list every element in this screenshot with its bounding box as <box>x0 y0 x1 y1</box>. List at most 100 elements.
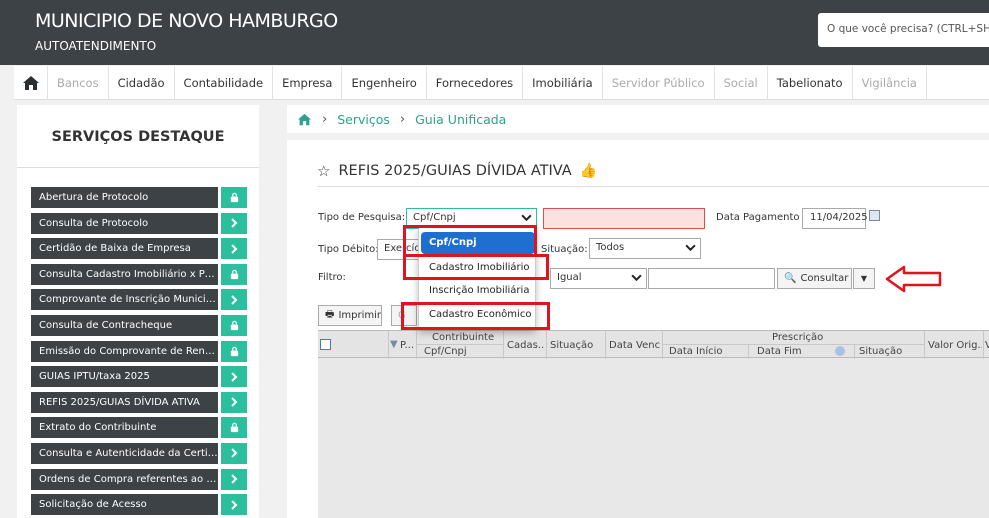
chevron-right-icon[interactable] <box>221 494 247 516</box>
col-prescricao-header: Prescrição <box>772 332 824 343</box>
featured-service-item[interactable]: Comprovante de Inscrição Municipal (Empr… <box>31 289 247 311</box>
featured-service-label[interactable]: Consulta Cadastro Imobiliário x Propriet… <box>31 263 218 285</box>
nav-item-tabelionato[interactable]: Tabelionato <box>768 66 853 100</box>
consultar-button[interactable]: 🔍 Consultar <box>777 268 852 289</box>
featured-service-item[interactable]: REFIS 2025/GUIAS DÍVIDA ATIVA <box>31 391 247 413</box>
lock-icon[interactable] <box>221 340 247 362</box>
col-data-fim-header[interactable]: Data Fim <box>757 346 802 357</box>
lock-icon[interactable] <box>221 187 247 208</box>
nav-home-button[interactable] <box>14 66 48 100</box>
data-pagamento-label: Data Pagamento * <box>716 212 808 223</box>
chevron-right-icon[interactable] <box>221 212 247 234</box>
featured-service-label[interactable]: Comprovante de Inscrição Municipal (Empr… <box>31 289 218 311</box>
column-divider <box>748 344 749 359</box>
featured-service-item[interactable]: Ordens de Compra referentes ao COVID-19 <box>31 468 247 490</box>
filtro-value-input[interactable] <box>648 268 775 289</box>
imprimir-button[interactable]: 🖶 Imprimir <box>318 305 382 326</box>
column-divider <box>854 344 855 359</box>
search-value-input[interactable] <box>543 208 705 229</box>
data-pagamento-input[interactable]: 11/04/2025 <box>802 208 868 229</box>
featured-service-item[interactable]: Emissão do Comprovante de Rendimentos <box>31 340 247 362</box>
home-icon[interactable] <box>297 113 312 126</box>
featured-service-item[interactable]: Consulta e Autenticidade da Certidão Neg… <box>31 442 247 464</box>
chevron-right-icon[interactable] <box>221 238 247 260</box>
featured-service-label[interactable]: Consulta e Autenticidade da Certidão Neg… <box>31 442 218 464</box>
featured-service-item[interactable]: GUIAS IPTU/taxa 2025 <box>31 366 247 388</box>
chevron-right-icon[interactable] <box>221 468 247 490</box>
breadcrumb-separator-icon: › <box>322 111 328 127</box>
featured-service-label[interactable]: Solicitação de Acesso <box>31 494 218 516</box>
featured-service-item[interactable]: Certidão de Baixa de Empresa <box>31 238 247 260</box>
consultar-button-label: Consultar <box>800 273 849 284</box>
consultar-options-button[interactable]: ▼ <box>853 268 875 289</box>
featured-service-label[interactable]: Abertura de Protocolo <box>31 187 218 208</box>
situacao-select[interactable]: Todos <box>589 238 701 259</box>
annotation-highlight-box <box>403 225 537 257</box>
lock-icon[interactable] <box>221 314 247 336</box>
col-data-venc-header[interactable]: Data Venc... <box>609 340 661 351</box>
chevron-down-icon <box>631 272 642 286</box>
nav-item-social[interactable]: Social <box>715 66 768 100</box>
featured-service-label[interactable]: REFIS 2025/GUIAS DÍVIDA ATIVA <box>31 391 218 413</box>
breadcrumb-guia-link[interactable]: Guia Unificada <box>415 112 506 127</box>
col-data-inicio-header[interactable]: Data Início <box>669 346 723 357</box>
nav-item-contabilidade[interactable]: Contabilidade <box>175 66 274 100</box>
nav-item-cidadao[interactable]: Cidadão <box>109 66 175 100</box>
chevron-right-icon[interactable] <box>221 442 247 464</box>
nav-item-bancos[interactable]: Bancos <box>48 66 109 100</box>
sort-arrow-icon[interactable]: ▼ <box>390 339 398 350</box>
app-subtitle: AUTOATENDIMENTO <box>35 39 157 53</box>
chevron-right-icon[interactable] <box>221 366 247 388</box>
global-search-input[interactable]: O que você precisa? (CTRL+SHIFT+F) <box>818 13 989 47</box>
nav-item-vigilancia[interactable]: Vigilância <box>853 66 927 100</box>
nav-item-engenheiro[interactable]: Engenheiro <box>342 66 427 100</box>
featured-service-label[interactable]: Emissão do Comprovante de Rendimentos <box>31 340 218 362</box>
featured-service-label[interactable]: Consulta de Protocolo <box>31 212 218 234</box>
featured-service-item[interactable]: Solicitação de Acesso <box>31 494 247 516</box>
col-cadastro-header[interactable]: Cadas... <box>507 340 545 351</box>
col-cpf-cnpj-header[interactable]: Cpf/Cnpj <box>424 346 467 357</box>
divider <box>662 344 924 345</box>
chevron-right-icon[interactable] <box>221 391 247 413</box>
featured-service-label[interactable]: Consulta de Contracheque <box>31 314 218 336</box>
annotation-highlight-box <box>403 254 549 280</box>
nav-item-empresa[interactable]: Empresa <box>273 66 343 100</box>
featured-service-label[interactable]: Ordens de Compra referentes ao COVID-19 <box>31 468 218 490</box>
grid-header: ▼ P... Contribuinte Cpf/Cnpj Cadas... Si… <box>318 330 989 359</box>
tipo-pesquisa-label: Tipo de Pesquisa: <box>318 212 406 223</box>
lock-icon[interactable] <box>221 263 247 285</box>
star-icon[interactable]: ☆ <box>317 162 330 180</box>
nav-item-fornecedores[interactable]: Fornecedores <box>427 66 524 100</box>
breadcrumb-services-link[interactable]: Serviços <box>337 112 390 127</box>
chevron-right-icon[interactable] <box>221 289 247 311</box>
featured-service-label[interactable]: Certidão de Baixa de Empresa <box>31 238 218 260</box>
featured-service-label[interactable]: GUIAS IPTU/taxa 2025 <box>31 366 218 388</box>
col-v-header[interactable]: V <box>985 340 989 351</box>
col-valor-orig-header[interactable]: Valor Orig... <box>928 340 982 351</box>
col-situacao-header[interactable]: Situação <box>550 340 593 351</box>
chevron-down-icon <box>685 242 696 256</box>
home-icon <box>22 76 39 90</box>
featured-service-item[interactable]: Consulta de Contracheque <box>31 314 247 336</box>
filtro-operator-select[interactable]: Igual <box>550 268 647 289</box>
featured-service-item[interactable]: Consulta de Protocolo <box>31 212 247 234</box>
printer-icon: 🖶 <box>325 309 335 320</box>
tipo-debito-label: Tipo Débito: <box>318 244 379 255</box>
info-icon[interactable] <box>835 346 845 356</box>
app-header: MUNICIPIO DE NOVO HAMBURGO AUTOATENDIMEN… <box>0 0 989 65</box>
thumbs-up-icon[interactable]: 👍 <box>580 163 597 179</box>
lock-icon[interactable] <box>221 417 247 439</box>
col-p-header[interactable]: P... <box>400 340 414 351</box>
dropdown-option-inscricao-imobiliaria[interactable]: Inscrição Imobiliária <box>421 280 535 302</box>
featured-service-item[interactable]: Abertura de Protocolo <box>31 187 247 208</box>
featured-service-item[interactable]: Consulta Cadastro Imobiliário x Propriet… <box>31 263 247 285</box>
annotation-highlight-box <box>401 302 550 330</box>
nav-item-imobiliaria[interactable]: Imobiliária <box>523 66 603 100</box>
featured-service-item[interactable]: Extrato do Contribuinte <box>31 417 247 439</box>
calendar-icon[interactable] <box>869 210 880 221</box>
nav-item-servidor-publico[interactable]: Servidor Público <box>603 66 715 100</box>
column-divider <box>388 331 389 359</box>
col-situacao2-header[interactable]: Situação <box>859 346 902 357</box>
select-all-checkbox[interactable] <box>320 339 331 350</box>
featured-service-label[interactable]: Extrato do Contribuinte <box>31 417 218 439</box>
